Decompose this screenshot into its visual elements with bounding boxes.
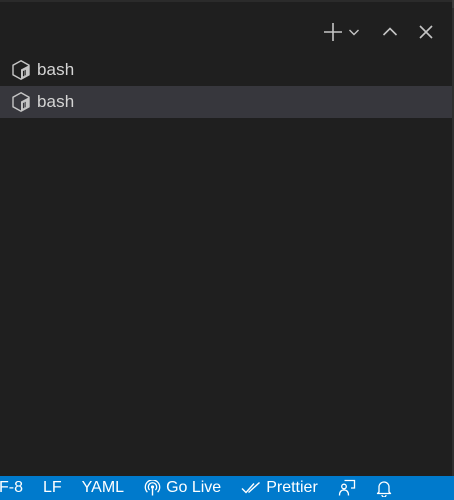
terminal-tabs-list: bash bash	[0, 54, 452, 118]
statusbar-prettier[interactable]: Prettier	[231, 476, 328, 500]
bell-icon	[376, 481, 391, 497]
eol-label: LF	[43, 479, 62, 496]
maximize-panel-button[interactable]	[376, 18, 404, 46]
statusbar-feedback[interactable]	[328, 476, 366, 500]
statusbar-go-live[interactable]: Go Live	[134, 476, 231, 500]
statusbar-language[interactable]: YAML	[72, 476, 134, 500]
terminal-bash-icon	[10, 59, 32, 81]
close-icon	[419, 25, 433, 39]
close-panel-button[interactable]	[412, 18, 440, 46]
chevron-down-icon	[349, 29, 359, 36]
prettier-label: Prettier	[266, 479, 318, 496]
encoding-label: F-8	[0, 479, 23, 496]
terminal-tab-2[interactable]: bash	[0, 86, 452, 118]
terminal-bash-icon	[10, 91, 32, 113]
statusbar-notifications[interactable]	[366, 476, 404, 500]
language-label: YAML	[81, 479, 125, 496]
terminal-tab-label: bash	[37, 60, 75, 79]
broadcast-icon	[144, 479, 161, 495]
terminal-panel-actions	[320, 18, 440, 46]
go-live-label: Go Live	[166, 479, 222, 496]
panel-top-border	[0, 0, 454, 2]
terminal-tab-1[interactable]: bash	[0, 54, 452, 86]
feedback-icon	[338, 479, 355, 496]
terminal-tab-label: bash	[37, 92, 75, 111]
new-terminal-button[interactable]	[320, 18, 346, 46]
status-bar: F-8 LF YAML Go Live Prettier	[0, 476, 454, 500]
statusbar-encoding[interactable]: F-8	[0, 476, 33, 500]
statusbar-eol[interactable]: LF	[33, 476, 72, 500]
terminal-dropdown-button[interactable]	[346, 18, 362, 46]
plus-icon	[324, 23, 342, 41]
terminal-panel-window: bash bash F-8 LF YAML Go Live Prettier	[0, 0, 454, 500]
chevron-up-icon	[382, 27, 398, 36]
double-check-icon	[241, 481, 261, 494]
